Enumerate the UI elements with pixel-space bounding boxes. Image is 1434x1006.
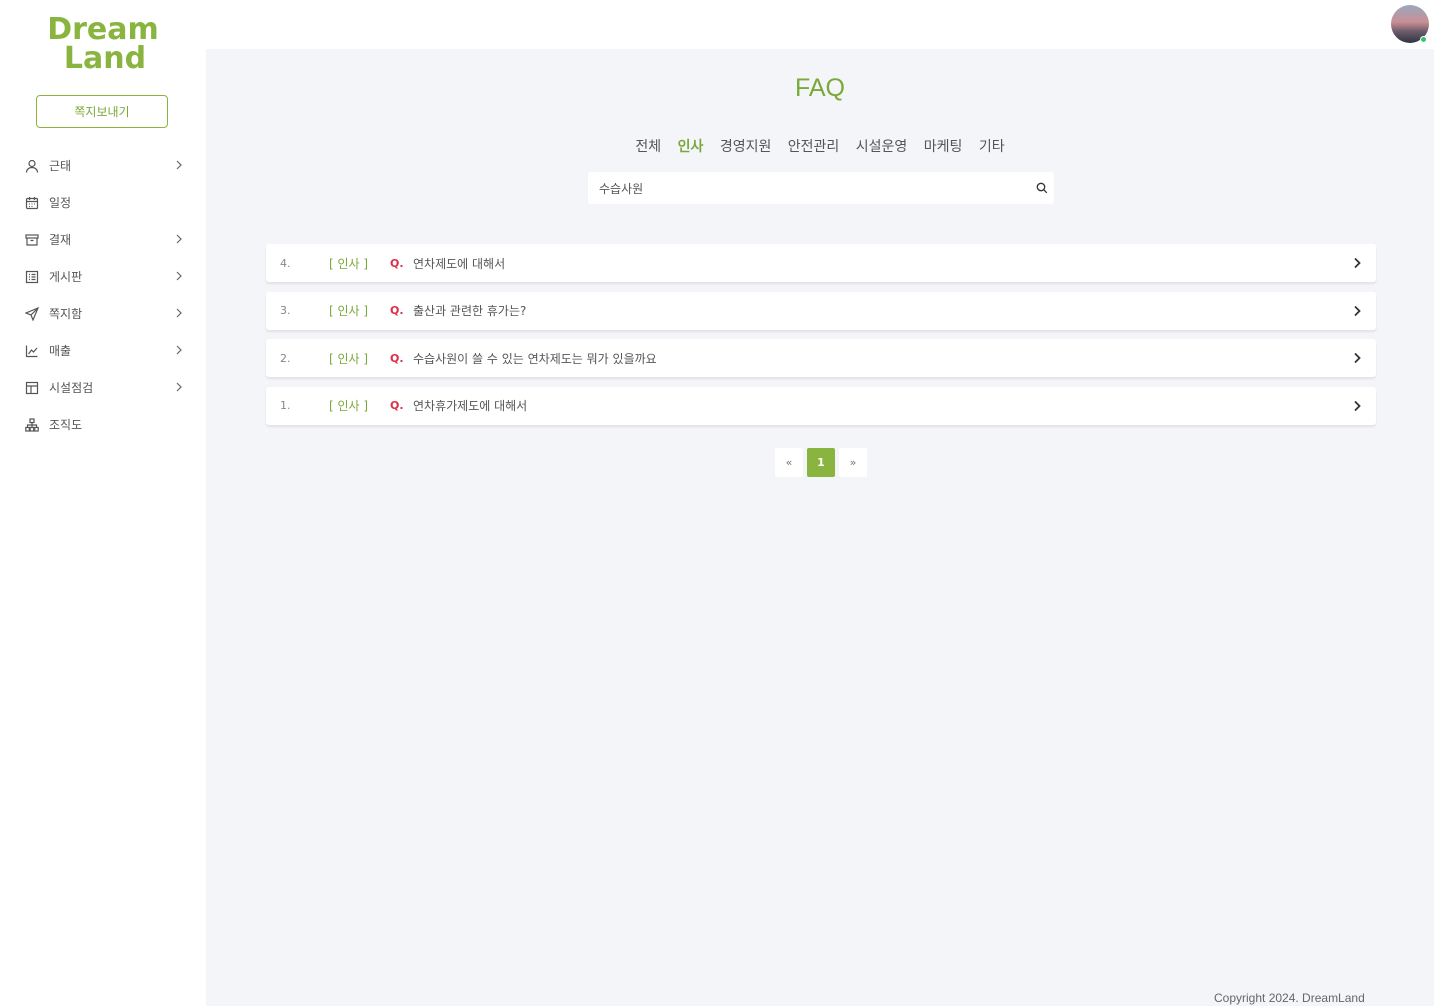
tab-hr[interactable]: 인사: [678, 139, 704, 155]
tab-management-support[interactable]: 경영지원: [720, 139, 772, 155]
faq-question: 출산과 관련한 휴가는?: [413, 304, 527, 318]
sidebar-item-label: 조직도: [49, 418, 83, 432]
sidebar-item-approval[interactable]: 결재: [0, 221, 206, 258]
faq-number: 3.: [280, 304, 291, 317]
faq-row[interactable]: 3. [ 인사 ] Q. 출산과 관련한 휴가는?: [266, 291, 1376, 330]
prev-page-button[interactable]: «: [775, 448, 803, 477]
question-marker: Q.: [390, 304, 404, 317]
tab-etc[interactable]: 기타: [979, 139, 1005, 155]
tab-all[interactable]: 전체: [635, 139, 661, 155]
tab-facility-ops[interactable]: 시설운영: [856, 139, 908, 155]
online-status-dot: [1420, 36, 1427, 43]
category-tabs: 전체 인사 경영지원 안전관리 시설운영 마케팅 기타: [206, 136, 1434, 156]
chevron-right-icon: [176, 345, 182, 355]
send-icon: [24, 306, 40, 322]
pagination: « 1 »: [775, 448, 871, 477]
faq-row[interactable]: 2. [ 인사 ] Q. 수습사원이 쓸 수 있는 연차제도는 뭐가 있을까요: [266, 339, 1376, 377]
faq-category: [ 인사 ]: [329, 256, 369, 271]
chevron-right-icon: [176, 271, 182, 281]
page-title: FAQ: [794, 74, 845, 102]
question-marker: Q.: [390, 399, 404, 412]
sidebar-item-label: 결재: [49, 233, 72, 247]
org-chart-icon: [24, 417, 40, 433]
faq-row[interactable]: 4. [ 인사 ] Q. 연차제도에 대해서: [266, 244, 1376, 282]
footer-copyright: Copyright 2024. DreamLand: [1214, 991, 1365, 1005]
sidebar-item-sales[interactable]: 매출: [0, 332, 206, 369]
sidebar-item-board[interactable]: 게시판: [0, 258, 206, 295]
faq-row[interactable]: 1. [ 인사 ] Q. 연차휴가제도에 대해서: [266, 386, 1376, 425]
top-bar: [206, 0, 1434, 49]
sidebar-item-org-chart[interactable]: 조직도: [0, 406, 206, 443]
chevron-right-icon: [1354, 352, 1361, 364]
sidebar-item-label: 시설점검: [49, 381, 94, 395]
sidebar-item-facility[interactable]: 시설점검: [0, 369, 206, 406]
user-icon: [24, 158, 40, 174]
avatar[interactable]: [1391, 5, 1429, 43]
layout-icon: [24, 380, 40, 396]
faq-question: 연차휴가제도에 대해서: [413, 399, 528, 413]
sidebar-item-label: 게시판: [49, 270, 83, 284]
faq-number: 2.: [280, 351, 291, 365]
faq-category: [ 인사 ]: [329, 399, 369, 413]
search-input[interactable]: [588, 173, 1008, 203]
search-bar: [588, 172, 1054, 204]
question-marker: Q.: [390, 351, 404, 365]
search-icon[interactable]: [1036, 182, 1048, 194]
archive-icon: [24, 232, 40, 248]
chevron-right-icon: [1354, 305, 1361, 316]
sidebar-item-attendance[interactable]: 근태: [0, 147, 206, 184]
sidebar-item-label: 근태: [49, 159, 72, 173]
sidebar-item-label: 쪽지함: [49, 307, 83, 321]
chart-line-icon: [24, 343, 40, 359]
chevron-right-icon: [1354, 400, 1361, 411]
tab-marketing[interactable]: 마케팅: [924, 139, 963, 155]
tab-safety[interactable]: 안전관리: [788, 139, 840, 155]
dreamland-logo[interactable]: Dream Land: [36, 12, 170, 70]
chevron-right-icon: [176, 382, 182, 392]
sidebar-item-messages[interactable]: 쪽지함: [0, 295, 206, 332]
calendar-icon: [24, 195, 40, 211]
sidebar-item-schedule[interactable]: 일정: [0, 184, 206, 221]
chevron-right-icon: [176, 160, 182, 170]
list-board-icon: [24, 269, 40, 285]
faq-list: 4. [ 인사 ] Q. 연차제도에 대해서 3. [ 인사 ] Q. 출산과 …: [266, 244, 1376, 434]
send-message-button[interactable]: 쪽지보내기: [36, 95, 168, 128]
next-page-button[interactable]: »: [839, 448, 867, 477]
sidebar-nav: 근태 일정 결재 게시판 쪽지함 매출 시설점검 조직도: [0, 147, 206, 443]
chevron-right-icon: [176, 308, 182, 318]
page-button-current[interactable]: 1: [807, 448, 835, 477]
chevron-right-icon: [1354, 257, 1361, 269]
faq-category: [ 인사 ]: [329, 351, 369, 366]
faq-number: 1.: [280, 399, 291, 412]
svg-text:Land: Land: [64, 41, 146, 70]
faq-question: 연차제도에 대해서: [413, 256, 506, 271]
chevron-right-icon: [176, 234, 182, 244]
faq-number: 4.: [280, 256, 291, 270]
faq-category: [ 인사 ]: [329, 304, 369, 318]
sidebar: Dream Land 쪽지보내기 근태 일정 결재 게시판 쪽지함 매출 시설점…: [0, 0, 206, 1006]
sidebar-item-label: 일정: [49, 196, 72, 210]
faq-question: 수습사원이 쓸 수 있는 연차제도는 뭐가 있을까요: [413, 351, 657, 366]
question-marker: Q.: [390, 256, 404, 270]
sidebar-item-label: 매출: [49, 344, 72, 358]
